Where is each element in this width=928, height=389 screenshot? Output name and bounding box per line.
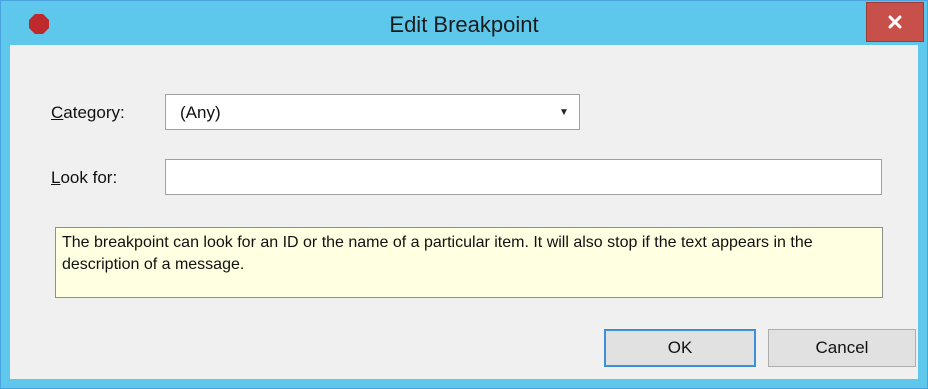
category-dropdown[interactable]: (Any) ▼ [165,94,580,130]
ok-button[interactable]: OK [604,329,756,367]
cancel-button[interactable]: Cancel [768,329,916,367]
info-tooltip-box: The breakpoint can look for an ID or the… [55,227,883,298]
edit-breakpoint-dialog: Edit Breakpoint Category: (Any) ▼ Look f… [0,0,928,389]
category-label: Category: [51,103,125,123]
title-bar[interactable]: Edit Breakpoint [1,1,927,45]
look-for-input[interactable] [165,159,882,195]
close-icon [888,15,902,29]
category-label-text: ategory: [63,103,125,122]
close-button[interactable] [866,2,924,42]
chevron-down-icon[interactable]: ▼ [549,95,579,129]
look-for-label-text: ook for: [60,168,118,187]
dialog-body: Category: (Any) ▼ Look for: The breakpoi… [10,45,918,379]
category-label-accelerator: C [51,103,64,122]
look-for-label: Look for: [51,168,117,188]
window-title: Edit Breakpoint [389,12,539,37]
category-selected-value: (Any) [180,103,221,122]
